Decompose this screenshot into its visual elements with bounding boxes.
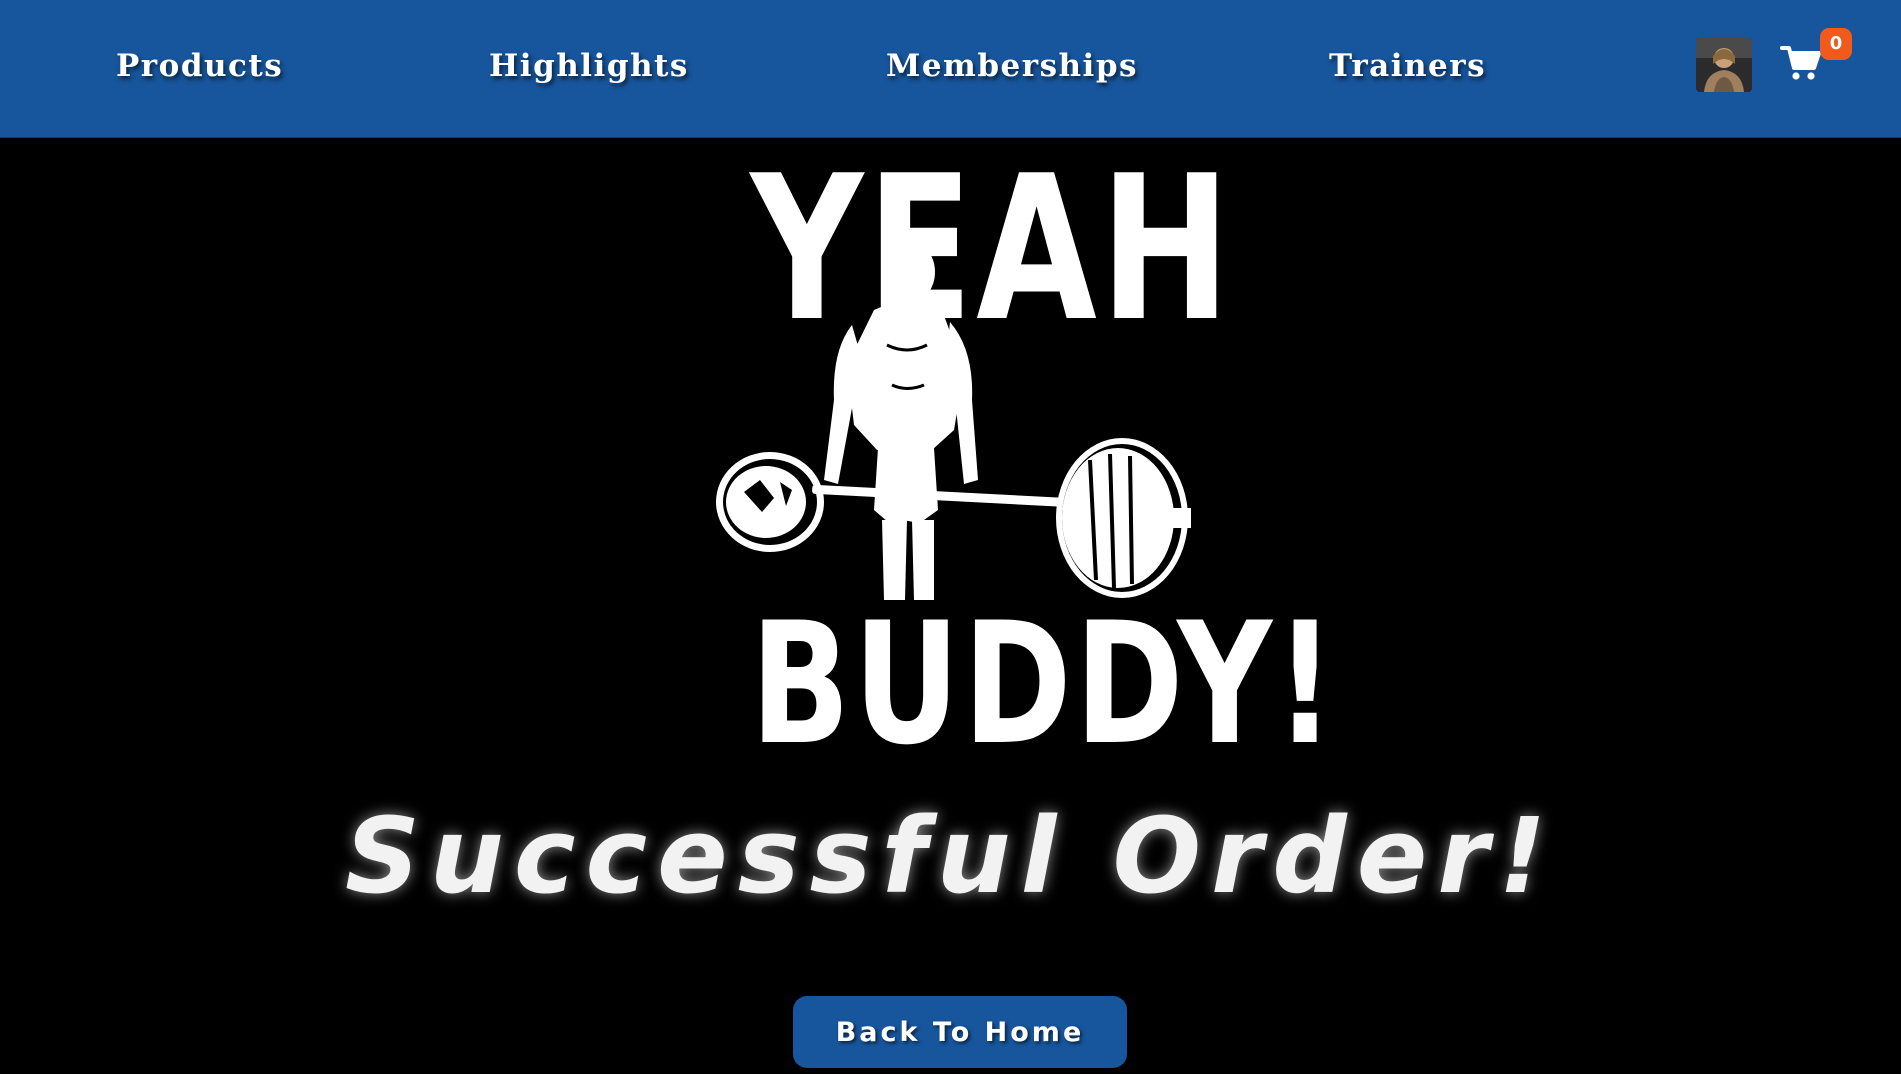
nav-link-memberships[interactable]: Memberships xyxy=(886,48,1138,84)
user-avatar[interactable] xyxy=(1696,38,1752,92)
yeah-buddy-logo: YEAH BUDDY! xyxy=(702,150,1335,768)
nav-link-highlights[interactable]: Highlights xyxy=(489,48,689,84)
logo-bottom-text: BUDDY! xyxy=(750,586,1339,782)
top-navbar: Products Highlights Memberships Trainers… xyxy=(0,0,1901,138)
nav-link-products[interactable]: Products xyxy=(116,48,283,84)
order-success-heading: Successful Order! xyxy=(344,795,1557,917)
avatar-portrait-icon xyxy=(1696,38,1752,92)
cart-count-badge: 0 xyxy=(1820,28,1852,60)
shopping-cart-icon[interactable] xyxy=(1780,44,1822,82)
nav-link-trainers[interactable]: Trainers xyxy=(1329,48,1486,84)
back-to-home-button[interactable]: Back To Home xyxy=(793,996,1127,1068)
